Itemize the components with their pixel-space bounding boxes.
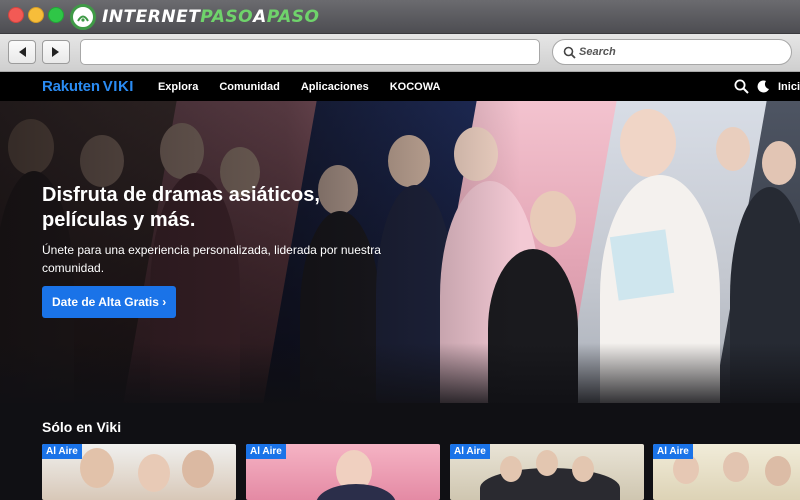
on-air-badge: Al Aire: [246, 444, 286, 459]
dark-mode-moon-icon[interactable]: [757, 80, 770, 93]
minimize-window-button[interactable]: [28, 7, 44, 23]
actor-figure: [80, 448, 114, 488]
hero-banner: Disfruta de dramas asiáticos, películas …: [0, 101, 800, 403]
watermark-text: INTERNETPASOAPASO: [102, 7, 320, 27]
nav-comunidad[interactable]: Comunidad: [219, 81, 280, 93]
actor-figure: [723, 452, 749, 482]
show-card[interactable]: Al Aire: [42, 444, 236, 500]
on-air-badge: Al Aire: [42, 444, 82, 459]
hero-fade: [0, 343, 800, 403]
actor-figure: [138, 454, 170, 492]
viki-header: Rakuten VIKI Explora Comunidad Aplicacion…: [0, 72, 800, 101]
exclusive-section: Sólo en Viki Al Aire Al Aire Al Aire Al …: [0, 403, 800, 500]
main-nav: Explora Comunidad Aplicaciones KOCOWA: [158, 81, 461, 93]
show-card[interactable]: Al Aire: [653, 444, 800, 500]
actor-figure: [620, 109, 676, 177]
show-card[interactable]: Al Aire: [450, 444, 644, 500]
browser-search[interactable]: [552, 39, 792, 65]
forward-button[interactable]: [42, 40, 70, 64]
hero-subtitle: Únete para una experiencia personalizada…: [42, 243, 381, 275]
arrow-right-icon: [52, 47, 59, 57]
hero-title: Disfruta de dramas asiáticos, películas …: [42, 184, 320, 231]
back-button[interactable]: [8, 40, 36, 64]
section-title: Sólo en Viki: [42, 419, 122, 435]
actor-figure: [500, 456, 522, 482]
actor-figure: [316, 484, 396, 500]
close-window-button[interactable]: [8, 7, 24, 23]
on-air-badge: Al Aire: [653, 444, 693, 459]
window-titlebar: INTERNETPASOAPASO: [0, 0, 800, 34]
actor-figure: [762, 141, 796, 185]
browser-toolbar: [0, 34, 800, 72]
nav-explora[interactable]: Explora: [158, 81, 198, 93]
address-bar[interactable]: [80, 39, 540, 65]
on-air-badge: Al Aire: [450, 444, 490, 459]
header-actions: Inicia: [734, 72, 800, 101]
arrow-left-icon: [19, 47, 26, 57]
book-prop: [609, 229, 675, 301]
actor-figure: [530, 191, 576, 247]
search-input[interactable]: [579, 46, 779, 58]
actor-figure: [716, 127, 750, 171]
show-card[interactable]: Al Aire: [246, 444, 440, 500]
rakuten-viki-logo[interactable]: Rakuten VIKI: [42, 78, 134, 95]
login-link[interactable]: Inicia: [778, 81, 800, 93]
actor-figure: [536, 450, 558, 476]
search-icon: [563, 46, 576, 59]
actor-figure: [182, 450, 214, 488]
actor-figure: [765, 456, 791, 486]
nav-aplicaciones[interactable]: Aplicaciones: [301, 81, 369, 93]
search-icon[interactable]: [734, 79, 749, 94]
actor-figure: [572, 456, 594, 482]
watermark-logo: INTERNETPASOAPASO: [70, 3, 320, 31]
zoom-window-button[interactable]: [48, 7, 64, 23]
signal-icon: [70, 4, 96, 30]
nav-kocowa[interactable]: KOCOWA: [390, 81, 441, 93]
signup-button[interactable]: Date de Alta Gratis ›: [42, 286, 177, 318]
